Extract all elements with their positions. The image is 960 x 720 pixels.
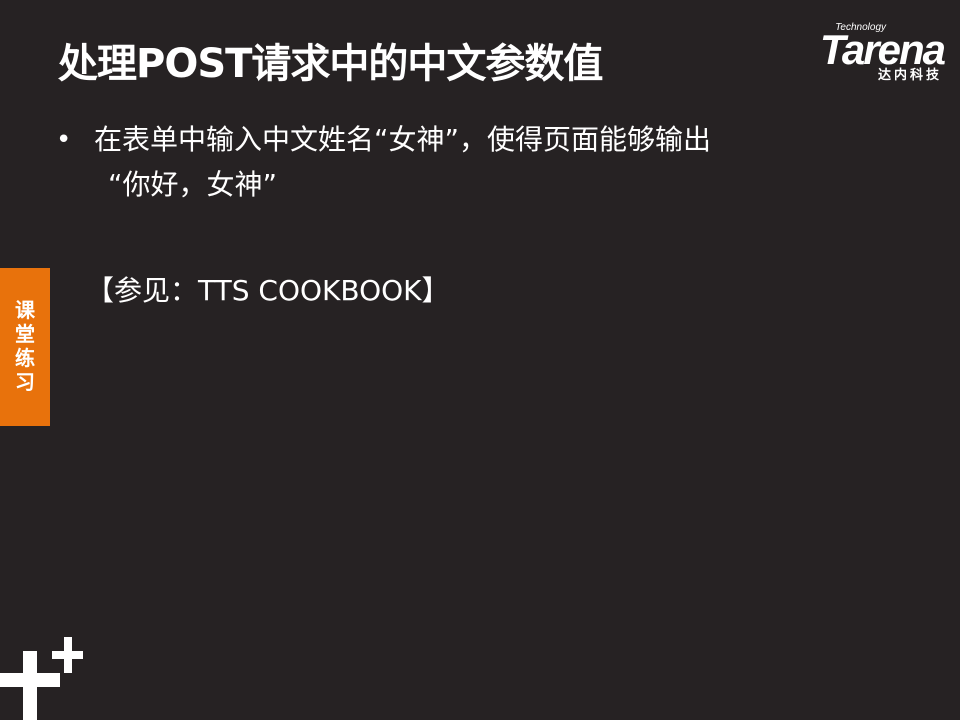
exercise-text-line2: “你好，女神” (108, 168, 278, 201)
reference-note: 【参见：TTS COOKBOOK】 (86, 274, 450, 307)
tarena-logo: Technology Tarena 达内科技 (782, 22, 946, 84)
plus-decoration-icon (0, 637, 83, 720)
side-tab-label: 课堂练习 (15, 298, 35, 394)
classroom-exercise-tab: 课堂练习 (0, 268, 50, 426)
logo-wordmark: Tarena (819, 26, 946, 73)
logo-subtitle: 达内科技 (877, 68, 942, 83)
slide-title: 处理POST请求中的中文参数值 (58, 41, 603, 87)
exercise-text-line1: 在表单中输入中文姓名“女神”，使得页面能够输出 (94, 123, 712, 156)
bullet-dot-icon: • (56, 125, 72, 155)
